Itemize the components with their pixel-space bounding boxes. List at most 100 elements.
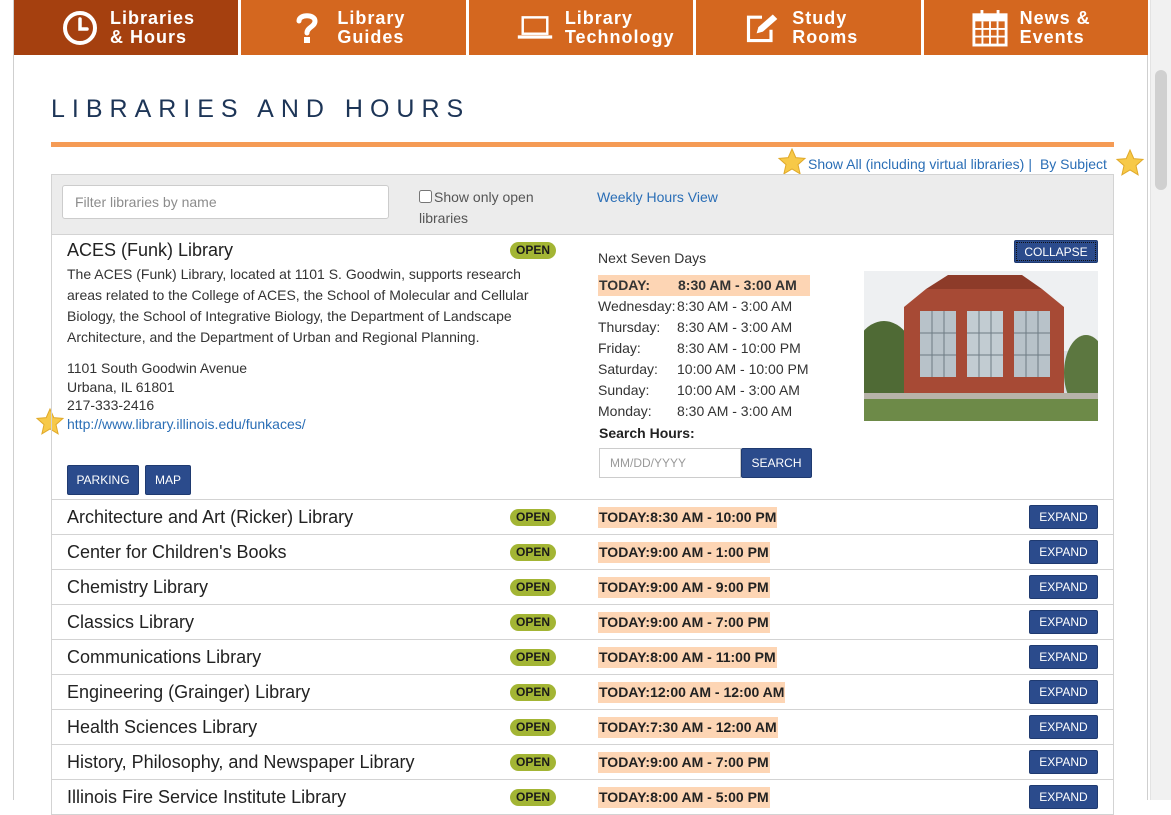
- library-name[interactable]: ACES (Funk) Library: [67, 240, 233, 261]
- expand-button[interactable]: EXPAND: [1029, 715, 1098, 739]
- library-name[interactable]: Center for Children's Books: [67, 542, 287, 563]
- today-hours: TODAY:8:30 AM - 10:00 PM: [598, 507, 778, 528]
- status-badge: OPEN: [510, 754, 556, 771]
- search-hours-label: Search Hours:: [599, 425, 695, 441]
- library-row: Center for Children's Books OPEN TODAY:9…: [52, 535, 1113, 570]
- library-filter-input[interactable]: [62, 185, 389, 219]
- library-name[interactable]: Illinois Fire Service Institute Library: [67, 787, 346, 808]
- library-name[interactable]: Classics Library: [67, 612, 194, 633]
- status-badge: OPEN: [510, 242, 556, 259]
- star-icon: [777, 147, 807, 175]
- date-search-input[interactable]: [599, 448, 741, 478]
- library-name[interactable]: Chemistry Library: [67, 577, 208, 598]
- library-row: Classics Library OPEN TODAY:9:00 AM - 7:…: [52, 605, 1113, 640]
- show-all-link[interactable]: Show All (including virtual libraries): [808, 156, 1024, 172]
- nav-tab-libraries-hours[interactable]: Libraries & Hours: [14, 0, 239, 55]
- hours-row: Thursday: 8:30 AM - 3:00 AM: [598, 319, 793, 335]
- nav-tab-label: Study Rooms: [792, 7, 859, 47]
- status-badge: OPEN: [510, 579, 556, 596]
- hours-row: Friday: 8:30 AM - 10:00 PM: [598, 340, 801, 356]
- library-row: Engineering (Grainger) Library OPEN TODA…: [52, 675, 1113, 710]
- pencil-square-icon: [744, 10, 780, 46]
- next-seven-days-heading: Next Seven Days: [598, 250, 707, 266]
- filter-bar: Show only open libraries Weekly Hours Vi…: [51, 174, 1114, 235]
- status-badge: OPEN: [510, 544, 556, 561]
- library-building-photo: [864, 271, 1098, 421]
- library-name[interactable]: Engineering (Grainger) Library: [67, 682, 310, 703]
- question-mark-icon: [289, 10, 325, 46]
- expand-button[interactable]: EXPAND: [1029, 750, 1098, 774]
- address-line-1: 1101 South Goodwin Avenue: [67, 360, 248, 376]
- nav-tab-news-events[interactable]: News & Events: [923, 0, 1149, 55]
- status-badge: OPEN: [510, 789, 556, 806]
- status-badge: OPEN: [510, 509, 556, 526]
- expand-button[interactable]: EXPAND: [1029, 575, 1098, 599]
- status-badge: OPEN: [510, 684, 556, 701]
- nav-tab-library-technology[interactable]: Library Technology: [468, 0, 694, 55]
- nav-tab-study-rooms[interactable]: Study Rooms: [696, 0, 921, 55]
- expand-button[interactable]: EXPAND: [1029, 540, 1098, 564]
- title-divider: [51, 142, 1114, 147]
- status-badge: OPEN: [510, 649, 556, 666]
- library-list: ACES (Funk) Library OPEN The ACES (Funk)…: [51, 234, 1114, 815]
- status-badge: OPEN: [510, 614, 556, 631]
- today-hours: TODAY:9:00 AM - 7:00 PM: [598, 612, 770, 633]
- library-url-link[interactable]: http://www.library.illinois.edu/funkaces…: [67, 416, 306, 432]
- search-hours-button[interactable]: SEARCH: [741, 448, 812, 478]
- top-nav: Libraries & Hours Library Guides Library…: [14, 0, 1149, 55]
- star-icon: [1115, 148, 1145, 176]
- library-name[interactable]: History, Philosophy, and Newspaper Libra…: [67, 752, 415, 773]
- collapse-button[interactable]: COLLAPSE: [1014, 240, 1098, 263]
- calendar-icon: [972, 9, 1008, 46]
- view-links: Show All (including virtual libraries) | B…: [808, 156, 1107, 172]
- library-address: 1101 South Goodwin Avenue Urbana, IL 618…: [67, 359, 306, 433]
- link-separator: |: [1028, 156, 1032, 172]
- expand-button[interactable]: EXPAND: [1029, 680, 1098, 704]
- expand-button[interactable]: EXPAND: [1029, 610, 1098, 634]
- open-only-checkbox-label[interactable]: Show only open libraries: [419, 187, 569, 229]
- library-name[interactable]: Communications Library: [67, 647, 261, 668]
- today-hours: TODAY:9:00 AM - 9:00 PM: [598, 577, 770, 598]
- open-only-checkbox[interactable]: [419, 190, 432, 203]
- nav-tab-label: Libraries & Hours: [110, 7, 196, 47]
- library-name[interactable]: Health Sciences Library: [67, 717, 257, 738]
- today-hours: TODAY:8:00 AM - 11:00 PM: [598, 647, 777, 668]
- scrollbar-thumb[interactable]: [1155, 70, 1167, 190]
- by-subject-link[interactable]: By Subject: [1040, 156, 1107, 172]
- page-title: LIBRARIES AND HOURS: [51, 95, 471, 123]
- library-row: Architecture and Art (Ricker) Library OP…: [52, 500, 1113, 535]
- today-hours: TODAY:9:00 AM - 1:00 PM: [598, 542, 770, 563]
- hours-row: Sunday: 10:00 AM - 3:00 AM: [598, 382, 800, 398]
- library-row: Communications Library OPEN TODAY:8:00 A…: [52, 640, 1113, 675]
- today-hours: TODAY:12:00 AM - 12:00 AM: [598, 682, 786, 703]
- scrollbar[interactable]: [1150, 0, 1171, 800]
- parking-button[interactable]: PARKING: [67, 465, 139, 495]
- clock-icon: [62, 10, 98, 46]
- map-button[interactable]: MAP: [145, 465, 191, 495]
- nav-tab-library-guides[interactable]: Library Guides: [241, 0, 466, 55]
- laptop-icon: [517, 10, 553, 46]
- today-hours: TODAY:8:00 AM - 5:00 PM: [598, 787, 770, 808]
- library-row: Chemistry Library OPEN TODAY:9:00 AM - 9…: [52, 570, 1113, 605]
- hours-row: Monday: 8:30 AM - 3:00 AM: [598, 403, 793, 419]
- library-row: Health Sciences Library OPEN TODAY:7:30 …: [52, 710, 1113, 745]
- nav-tab-label: Library Technology: [564, 7, 675, 47]
- library-row: Illinois Fire Service Institute Library …: [52, 780, 1113, 815]
- library-description: The ACES (Funk) Library, located at 1101…: [67, 266, 529, 345]
- phone-number: 217-333-2416: [67, 397, 155, 413]
- expand-button[interactable]: EXPAND: [1029, 645, 1098, 669]
- status-badge: OPEN: [510, 719, 556, 736]
- address-line-2: Urbana, IL 61801: [67, 378, 175, 395]
- nav-tab-label: News & Events: [1019, 7, 1091, 47]
- today-hours: TODAY:7:30 AM - 12:00 AM: [598, 717, 778, 738]
- page-border-right: [1147, 0, 1148, 800]
- expand-button[interactable]: EXPAND: [1029, 785, 1098, 809]
- library-item-expanded: ACES (Funk) Library OPEN The ACES (Funk)…: [52, 234, 1113, 500]
- page-border-left: [13, 0, 14, 800]
- library-name[interactable]: Architecture and Art (Ricker) Library: [67, 507, 353, 528]
- expand-button[interactable]: EXPAND: [1029, 505, 1098, 529]
- hours-row-today: TODAY: 8:30 AM - 3:00 AM: [598, 275, 810, 296]
- hours-row: Saturday: 10:00 AM - 10:00 PM: [598, 361, 809, 377]
- weekly-hours-link[interactable]: Weekly Hours View: [597, 189, 718, 205]
- hours-row: Wednesday: 8:30 AM - 3:00 AM: [598, 298, 793, 314]
